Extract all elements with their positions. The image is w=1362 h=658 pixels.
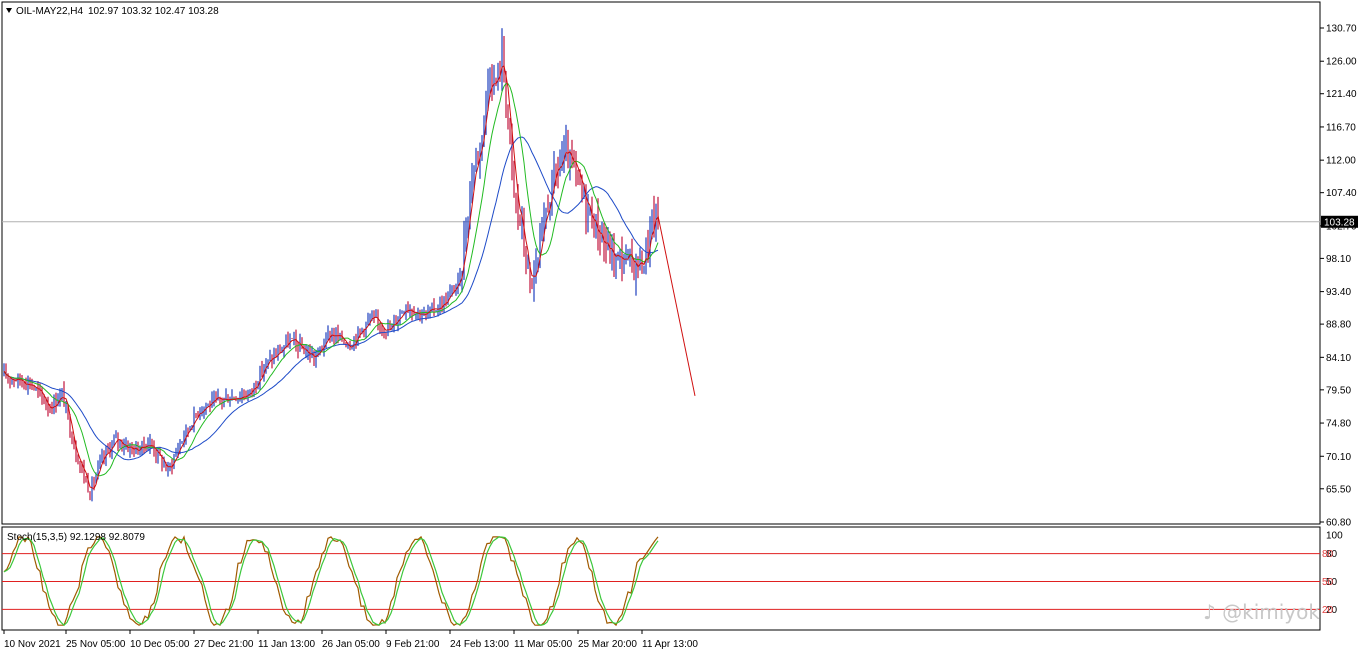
price-tick-label: 121.40: [1326, 89, 1357, 100]
price-tick-label: 112.00: [1326, 156, 1356, 167]
time-tick-label: 11 Jan 13:00: [258, 639, 316, 650]
chart-svg[interactable]: 130.70 126.00 121.40 116.70 112.00 107.40 102.…: [0, 0, 1362, 655]
price-tick-label: 65.50: [1326, 484, 1351, 495]
main-panel-frame: [1, 1, 1321, 525]
time-tick-label: 25 Nov 05:00: [66, 639, 126, 650]
stoch-level-label: 80: [1322, 549, 1334, 560]
tiktok-icon: ♪: [1203, 600, 1216, 624]
stoch-level-label: 20: [1322, 605, 1334, 616]
current-price-label: 103.28: [1324, 217, 1355, 228]
watermark-text: @kimiyok: [1222, 600, 1320, 624]
time-tick-label: 9 Feb 21:00: [386, 639, 440, 650]
time-tick-label: 11 Mar 05:00: [514, 639, 573, 650]
price-tick-label: 130.70: [1326, 24, 1357, 35]
stoch-level-label: 50: [1322, 577, 1334, 588]
watermark: ♪ @kimiyok: [1203, 600, 1320, 624]
time-tick-label: 25 Mar 20:00: [578, 639, 637, 650]
stoch-title: Stoch(15,3,5) 92.1298 92.8079: [7, 532, 145, 543]
time-tick-label: 24 Feb 13:00: [450, 639, 509, 650]
price-tick-label: 107.40: [1326, 188, 1357, 199]
price-tick-label: 98.10: [1326, 254, 1351, 265]
price-tick-label: 93.40: [1326, 287, 1351, 298]
chart-window[interactable]: 130.70 126.00 121.40 116.70 112.00 107.40 102.…: [0, 0, 1362, 655]
time-tick-label: 26 Jan 05:00: [322, 639, 380, 650]
symbol-label: OIL-MAY22,H4: [16, 6, 83, 17]
time-tick-label: 11 Apr 13:00: [642, 639, 698, 650]
stoch-tick-label: 100: [1326, 531, 1343, 542]
ohlc-values: 102.97 103.32 102.47 103.28: [88, 6, 219, 17]
time-tick-label: 27 Dec 21:00: [194, 639, 254, 650]
time-tick-label: 10 Nov 2021: [4, 639, 61, 650]
price-tick-label: 116.70: [1326, 122, 1356, 133]
price-tick-label: 79.50: [1326, 385, 1351, 396]
price-tick-label: 88.80: [1326, 320, 1351, 331]
price-tick-label: 60.80: [1326, 518, 1351, 529]
price-tick-label: 84.10: [1326, 353, 1351, 364]
price-tick-label: 70.10: [1326, 452, 1351, 463]
stoch-panel-frame: [1, 526, 1321, 631]
price-tick-label: 126.00: [1326, 57, 1357, 68]
time-tick-label: 10 Dec 05:00: [130, 639, 190, 650]
price-tick-label: 74.80: [1326, 419, 1351, 430]
